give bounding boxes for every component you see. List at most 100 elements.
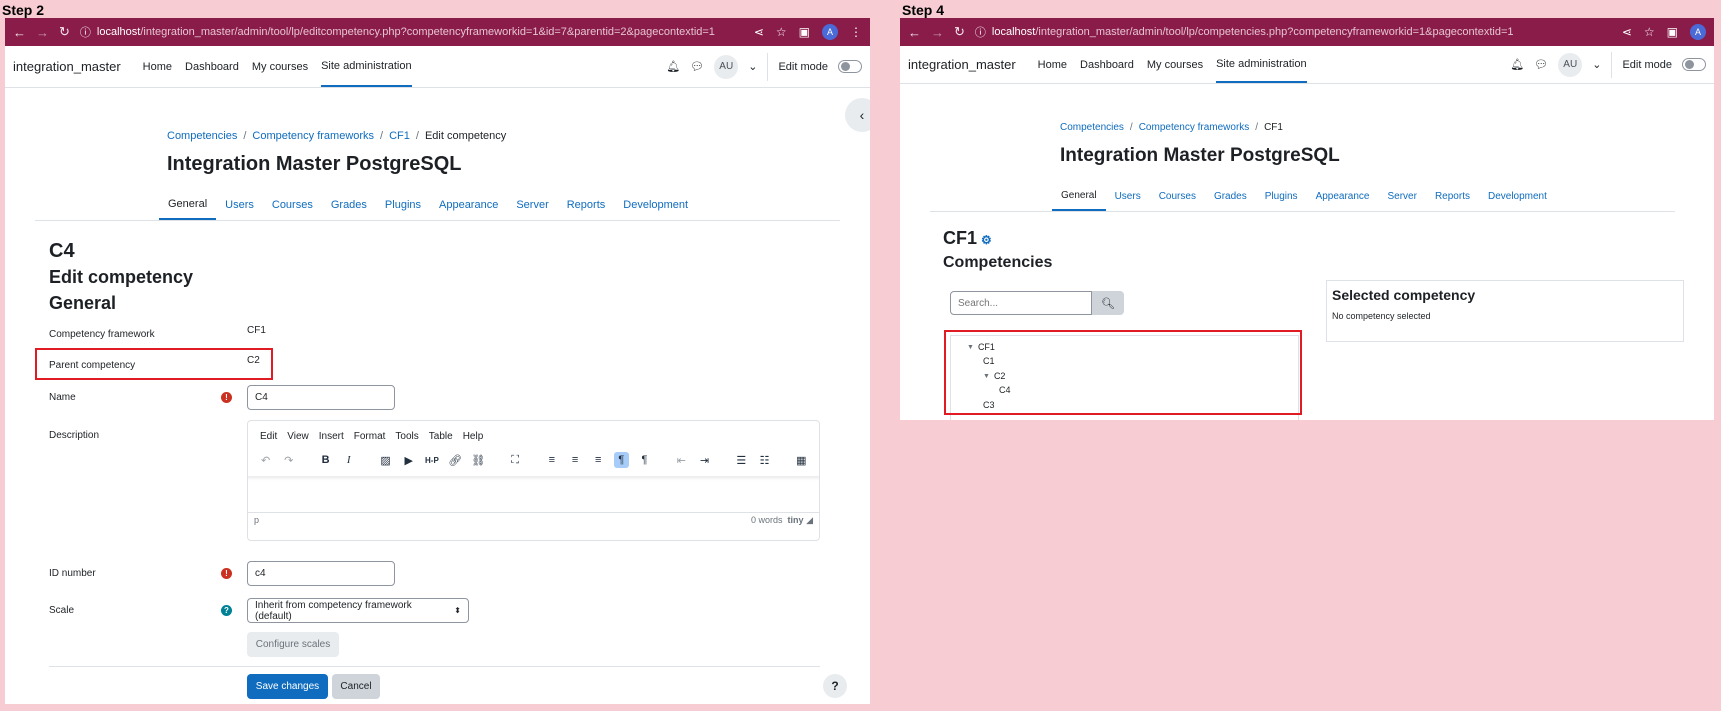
site-brand[interactable]: integration_master [13,59,121,74]
h5p-icon[interactable]: H-P [424,452,439,468]
link-icon[interactable]: 🔗︎ [447,452,462,468]
nav-dashboard[interactable]: Dashboard [185,46,239,87]
nav-site-administration[interactable]: Site administration [321,46,412,87]
unlink-icon[interactable]: ⛓︎ [471,452,486,468]
rtl-icon[interactable]: ¶ [637,452,652,468]
configure-scales-button[interactable]: Configure scales [247,632,339,657]
drawer-toggle-button[interactable]: ‹ [845,98,870,132]
numbered-list-icon[interactable]: ☷ [757,452,772,468]
profile-avatar[interactable]: A [822,24,838,40]
messages-icon[interactable]: 💬︎ [1534,58,1548,71]
description-editor[interactable]: Edit View Insert Format Tools Table Help… [247,420,820,541]
breadcrumb-competency-frameworks[interactable]: Competency frameworks [1139,122,1250,133]
tab-development[interactable]: Development [1479,181,1556,211]
tab-reports[interactable]: Reports [1426,181,1479,211]
bookmark-star-icon[interactable]: ☆ [776,25,787,39]
tab-plugins[interactable]: Plugins [1256,181,1307,211]
nav-my-courses[interactable]: My courses [252,46,308,87]
undo-icon[interactable]: ↶ [258,452,273,468]
user-menu-chevron-icon[interactable]: ⌄ [748,60,757,73]
bold-icon[interactable]: B [318,452,333,468]
user-avatar[interactable]: AU [1558,52,1583,77]
breadcrumb-competencies[interactable]: Competencies [167,130,237,142]
redo-icon[interactable]: ↷ [281,452,296,468]
word-count[interactable]: 0 words [751,515,783,525]
tab-users[interactable]: Users [1106,181,1150,211]
tab-appearance[interactable]: Appearance [1307,181,1379,211]
editor-menu-edit[interactable]: Edit [260,431,277,442]
info-icon[interactable]: ⓘ [975,24,986,40]
notifications-bell-icon[interactable]: 🔔︎ [666,60,680,73]
tab-users[interactable]: Users [216,190,263,220]
idnumber-input[interactable] [247,561,395,586]
breadcrumb-competency-frameworks[interactable]: Competency frameworks [252,130,374,142]
editor-menu-tools[interactable]: Tools [395,431,418,442]
tab-appearance[interactable]: Appearance [430,190,507,220]
share-icon[interactable]: ⋖ [754,25,764,39]
profile-avatar[interactable]: A [1690,24,1706,40]
tab-general[interactable]: General [159,190,217,220]
name-input[interactable] [247,385,395,410]
user-avatar[interactable]: AU [714,54,739,79]
tab-server[interactable]: Server [507,190,557,220]
info-icon[interactable]: ⓘ [80,24,91,40]
nav-home[interactable]: Home [143,46,172,87]
competency-search-input[interactable] [950,291,1092,315]
forward-icon[interactable]: → [36,25,49,40]
back-icon[interactable]: ← [13,25,26,40]
editor-element-path[interactable]: p [254,515,259,526]
notifications-bell-icon[interactable]: 🔔︎ [1510,58,1524,71]
site-brand[interactable]: integration_master [908,57,1016,72]
editor-menu-help[interactable]: Help [463,431,484,442]
reload-icon[interactable]: ↻ [59,24,70,40]
nav-dashboard[interactable]: Dashboard [1080,46,1134,83]
breadcrumb-competencies[interactable]: Competencies [1060,122,1124,133]
tab-development[interactable]: Development [614,190,697,220]
forward-icon[interactable]: → [931,25,944,40]
gear-icon[interactable]: ⚙ [981,233,992,247]
italic-icon[interactable]: I [341,452,356,468]
tab-server[interactable]: Server [1379,181,1426,211]
save-changes-button[interactable]: Save changes [247,674,328,699]
resize-handle-icon[interactable]: ◢ [806,515,813,525]
tab-general[interactable]: General [1052,181,1106,211]
side-panel-icon[interactable]: ▣ [799,25,810,39]
reload-icon[interactable]: ↻ [954,24,965,40]
align-left-icon[interactable]: ≡ [544,452,559,468]
align-right-icon[interactable]: ≡ [591,452,606,468]
tab-grades[interactable]: Grades [1205,181,1256,211]
calculator-icon[interactable]: ▦ [794,452,809,468]
messages-icon[interactable]: 💬︎ [690,60,704,73]
browser-menu-icon[interactable]: ⋮ [850,25,862,39]
bookmark-star-icon[interactable]: ☆ [1644,25,1655,39]
breadcrumb-cf1[interactable]: CF1 [389,130,410,142]
address-bar[interactable]: ⓘ localhost/integration_master/admin/too… [80,24,744,40]
fullscreen-icon[interactable]: ⛶ [507,452,522,468]
edit-mode-toggle[interactable] [1682,58,1706,71]
nav-my-courses[interactable]: My courses [1147,46,1203,83]
user-menu-chevron-icon[interactable]: ⌄ [1592,58,1601,71]
image-icon[interactable]: ▨ [378,452,393,468]
editor-content-area[interactable] [248,476,819,512]
tab-plugins[interactable]: Plugins [376,190,430,220]
page-help-button[interactable]: ? [823,674,847,698]
tab-courses[interactable]: Courses [263,190,322,220]
edit-mode-toggle[interactable] [838,60,862,73]
nav-site-administration[interactable]: Site administration [1216,46,1307,83]
tab-grades[interactable]: Grades [322,190,376,220]
side-panel-icon[interactable]: ▣ [1667,25,1678,39]
editor-menu-view[interactable]: View [287,431,309,442]
scale-select[interactable]: Inherit from competency framework (defau… [247,598,469,623]
help-icon[interactable]: ? [221,605,232,616]
indent-icon[interactable]: ⇥ [697,452,712,468]
align-center-icon[interactable]: ≡ [567,452,582,468]
search-button[interactable]: 🔍︎ [1092,291,1124,315]
media-icon[interactable]: ▶ [401,452,416,468]
editor-menu-format[interactable]: Format [354,431,386,442]
tiny-logo[interactable]: tiny [788,515,804,525]
address-bar[interactable]: ⓘ localhost/integration_master/admin/too… [975,24,1612,40]
nav-home[interactable]: Home [1038,46,1067,83]
editor-menu-insert[interactable]: Insert [319,431,344,442]
tab-reports[interactable]: Reports [558,190,615,220]
editor-menu-table[interactable]: Table [429,431,453,442]
